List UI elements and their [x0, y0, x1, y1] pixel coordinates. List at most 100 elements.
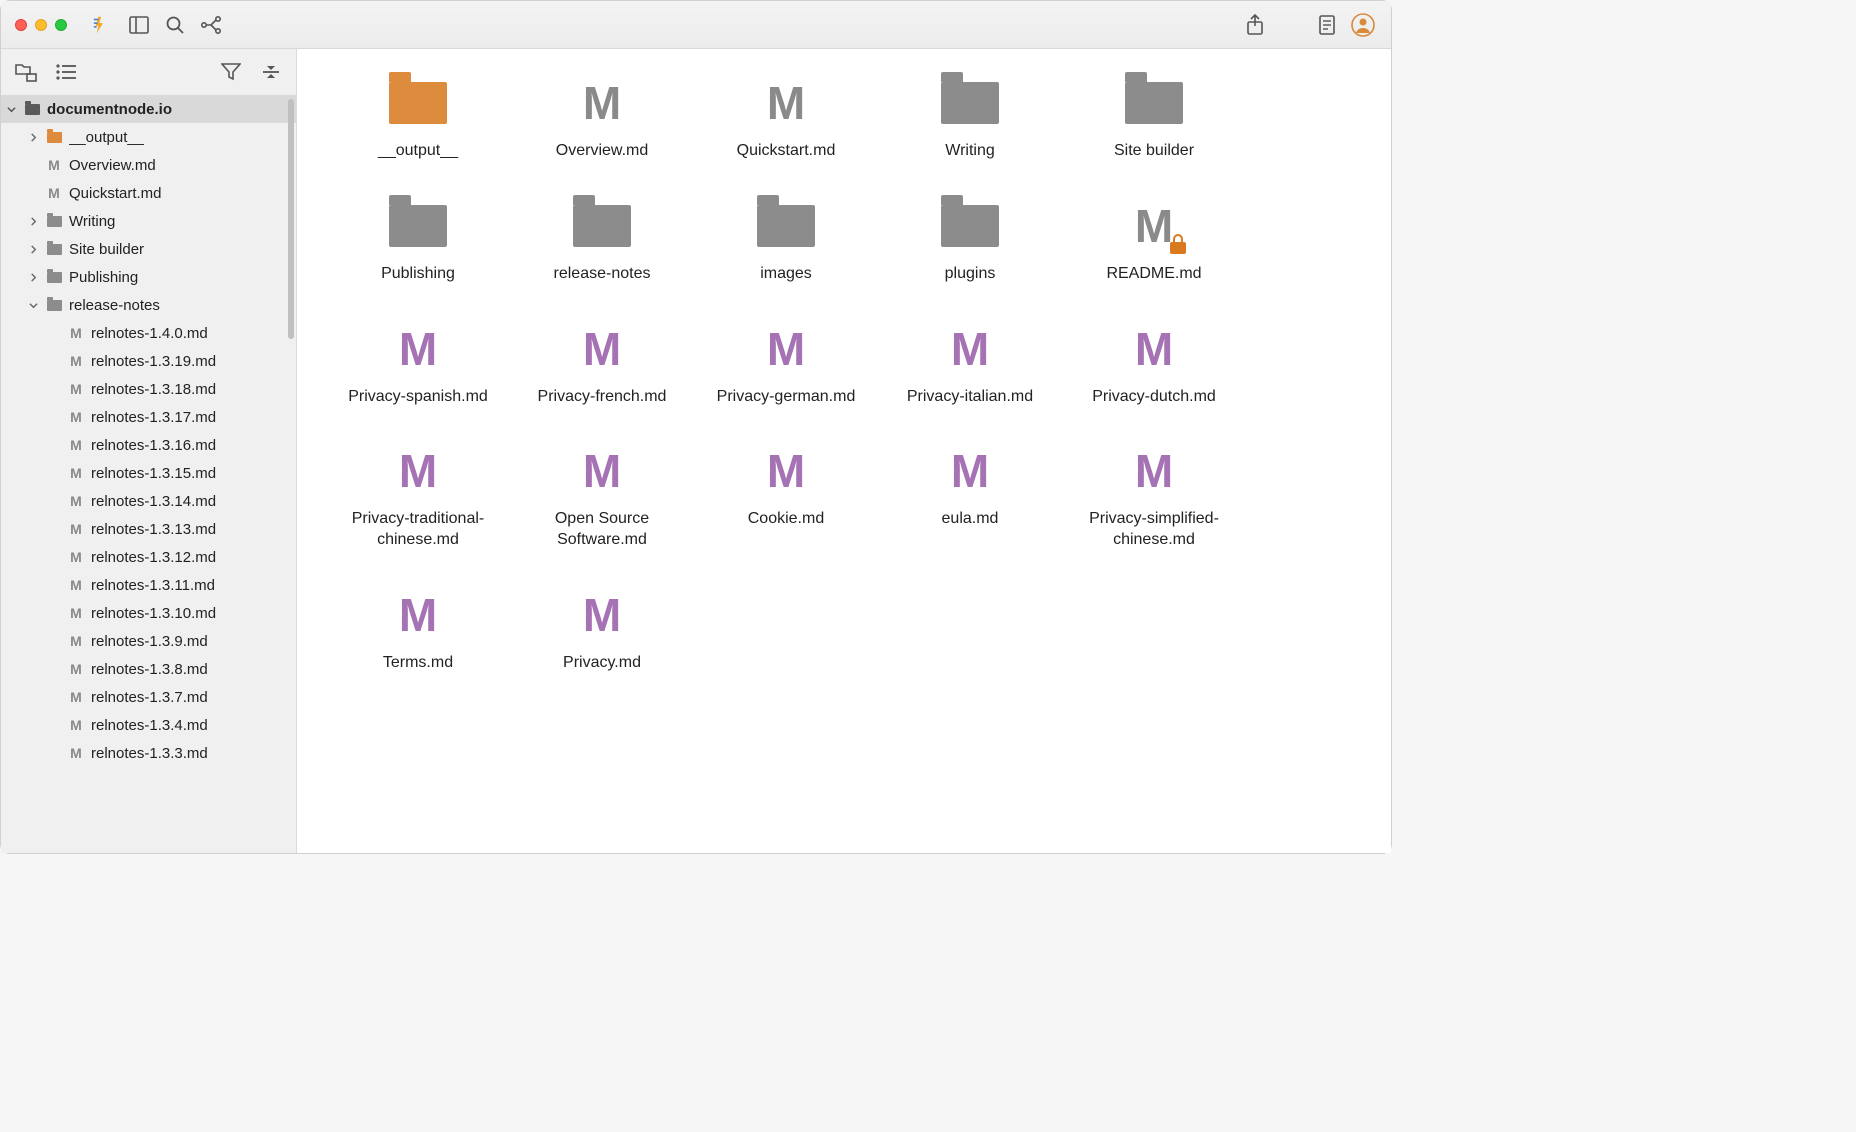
grid-item[interactable]: MCookie.md	[701, 443, 871, 551]
tree-row[interactable]: Mrelnotes-1.3.16.md	[1, 431, 296, 459]
file-grid: __output__MOverview.mdMQuickstart.mdWrit…	[333, 75, 1355, 674]
chevron-right-icon[interactable]	[29, 217, 45, 226]
tree-row[interactable]: __output__	[1, 123, 296, 151]
grid-item[interactable]: MOverview.md	[517, 75, 687, 162]
tree-row[interactable]: MOverview.md	[1, 151, 296, 179]
grid-item[interactable]: M Terms.md	[333, 587, 503, 674]
markdown-file-icon: M	[67, 577, 85, 593]
grid-item-label: Site builder	[1114, 141, 1194, 162]
maximize-window-button[interactable]	[55, 19, 67, 31]
folder-icon	[45, 216, 63, 227]
markdown-file-icon: M	[67, 717, 85, 733]
grid-item[interactable]: MPrivacy-traditional-chinese.md	[333, 443, 503, 551]
grid-item[interactable]: MPrivacy-french.md	[517, 321, 687, 408]
grid-item[interactable]: __output__	[333, 75, 503, 162]
account-icon[interactable]	[1349, 11, 1377, 39]
grid-item[interactable]: Meula.md	[885, 443, 1055, 551]
tree-row[interactable]: Mrelnotes-1.3.13.md	[1, 515, 296, 543]
tree-row[interactable]: Mrelnotes-1.3.15.md	[1, 459, 296, 487]
chevron-right-icon[interactable]	[29, 273, 45, 282]
grid-item[interactable]: MPrivacy-dutch.md	[1069, 321, 1239, 408]
chevron-right-icon[interactable]	[29, 133, 45, 142]
chevron-right-icon[interactable]	[29, 245, 45, 254]
tree-row[interactable]: Site builder	[1, 235, 296, 263]
file-tree[interactable]: documentnode.io __output__MOverview.mdMQ…	[1, 95, 296, 853]
lock-icon	[1169, 234, 1187, 254]
folder-tree-icon[interactable]	[13, 59, 39, 85]
content-area[interactable]: __output__MOverview.mdMQuickstart.mdWrit…	[297, 49, 1391, 853]
tree-item-label: relnotes-1.3.13.md	[91, 521, 216, 538]
scrollbar[interactable]	[288, 99, 294, 339]
markdown-file-icon: M	[751, 443, 821, 499]
grid-item[interactable]: plugins	[885, 198, 1055, 285]
grid-item-label: Writing	[945, 141, 995, 162]
tree-row[interactable]: MQuickstart.md	[1, 179, 296, 207]
grid-item-label: Quickstart.md	[737, 141, 836, 162]
tree-row[interactable]: Mrelnotes-1.4.0.md	[1, 319, 296, 347]
tree-row[interactable]: Mrelnotes-1.3.9.md	[1, 627, 296, 655]
tree-row[interactable]: Mrelnotes-1.3.19.md	[1, 347, 296, 375]
grid-item[interactable]: Site builder	[1069, 75, 1239, 162]
grid-item[interactable]: release-notes	[517, 198, 687, 285]
grid-item-label: Privacy-italian.md	[907, 387, 1033, 408]
folder-icon	[1119, 75, 1189, 131]
tree-row[interactable]: release-notes	[1, 291, 296, 319]
folder-icon	[383, 75, 453, 131]
tree-row[interactable]: Mrelnotes-1.3.11.md	[1, 571, 296, 599]
tree-row[interactable]: Mrelnotes-1.3.18.md	[1, 375, 296, 403]
grid-item-label: README.md	[1106, 264, 1201, 285]
tree-row[interactable]: Mrelnotes-1.3.4.md	[1, 711, 296, 739]
tree-row[interactable]: Mrelnotes-1.3.10.md	[1, 599, 296, 627]
close-window-button[interactable]	[15, 19, 27, 31]
grid-item-label: Terms.md	[383, 653, 453, 674]
grid-item[interactable]: Writing	[885, 75, 1055, 162]
tree-row[interactable]: Mrelnotes-1.3.12.md	[1, 543, 296, 571]
folder-icon	[383, 198, 453, 254]
tree-item-label: relnotes-1.3.10.md	[91, 605, 216, 622]
folder-icon	[23, 104, 41, 115]
tree-row[interactable]: Publishing	[1, 263, 296, 291]
tree-row[interactable]: Mrelnotes-1.3.14.md	[1, 487, 296, 515]
tree-row[interactable]: Mrelnotes-1.3.7.md	[1, 683, 296, 711]
tree-item-label: Publishing	[69, 269, 138, 286]
markdown-file-icon: M	[751, 321, 821, 377]
tree-item-label: Overview.md	[69, 157, 156, 174]
markdown-file-icon: M	[567, 75, 637, 131]
minimize-window-button[interactable]	[35, 19, 47, 31]
search-icon[interactable]	[161, 11, 189, 39]
lightning-icon[interactable]	[89, 11, 117, 39]
sidebar-toggle-icon[interactable]	[125, 11, 153, 39]
share-icon[interactable]	[1241, 11, 1269, 39]
tree-item-label: relnotes-1.3.11.md	[91, 577, 215, 594]
chevron-down-icon[interactable]	[29, 301, 45, 310]
tree-root[interactable]: documentnode.io	[1, 95, 296, 123]
grid-item[interactable]: MPrivacy-german.md	[701, 321, 871, 408]
collapse-icon[interactable]	[258, 59, 284, 85]
grid-item[interactable]: MQuickstart.md	[701, 75, 871, 162]
grid-item-label: __output__	[378, 141, 458, 162]
tree-row[interactable]: Writing	[1, 207, 296, 235]
markdown-file-icon: M	[67, 745, 85, 761]
grid-item[interactable]: MOpen Source Software.md	[517, 443, 687, 551]
grid-item[interactable]: Publishing	[333, 198, 503, 285]
tree-row[interactable]: Mrelnotes-1.3.3.md	[1, 739, 296, 767]
grid-item-label: Privacy-simplified-chinese.md	[1079, 509, 1229, 551]
grid-item[interactable]: images	[701, 198, 871, 285]
tree-row[interactable]: Mrelnotes-1.3.8.md	[1, 655, 296, 683]
chevron-down-icon[interactable]	[7, 105, 23, 114]
list-view-icon[interactable]	[53, 59, 79, 85]
grid-item[interactable]: MPrivacy-simplified-chinese.md	[1069, 443, 1239, 551]
filter-icon[interactable]	[218, 59, 244, 85]
tree-item-label: relnotes-1.3.9.md	[91, 633, 208, 650]
tree-row[interactable]: Mrelnotes-1.3.17.md	[1, 403, 296, 431]
grid-item[interactable]: MPrivacy.md	[517, 587, 687, 674]
connections-icon[interactable]	[197, 11, 225, 39]
tree-item-label: relnotes-1.3.15.md	[91, 465, 216, 482]
markdown-file-icon: M	[383, 587, 453, 643]
grid-item[interactable]: MPrivacy-italian.md	[885, 321, 1055, 408]
markdown-file-icon: M	[67, 353, 85, 369]
document-icon[interactable]	[1313, 11, 1341, 39]
grid-item[interactable]: MREADME.md	[1069, 198, 1239, 285]
folder-icon	[45, 300, 63, 311]
grid-item[interactable]: MPrivacy-spanish.md	[333, 321, 503, 408]
